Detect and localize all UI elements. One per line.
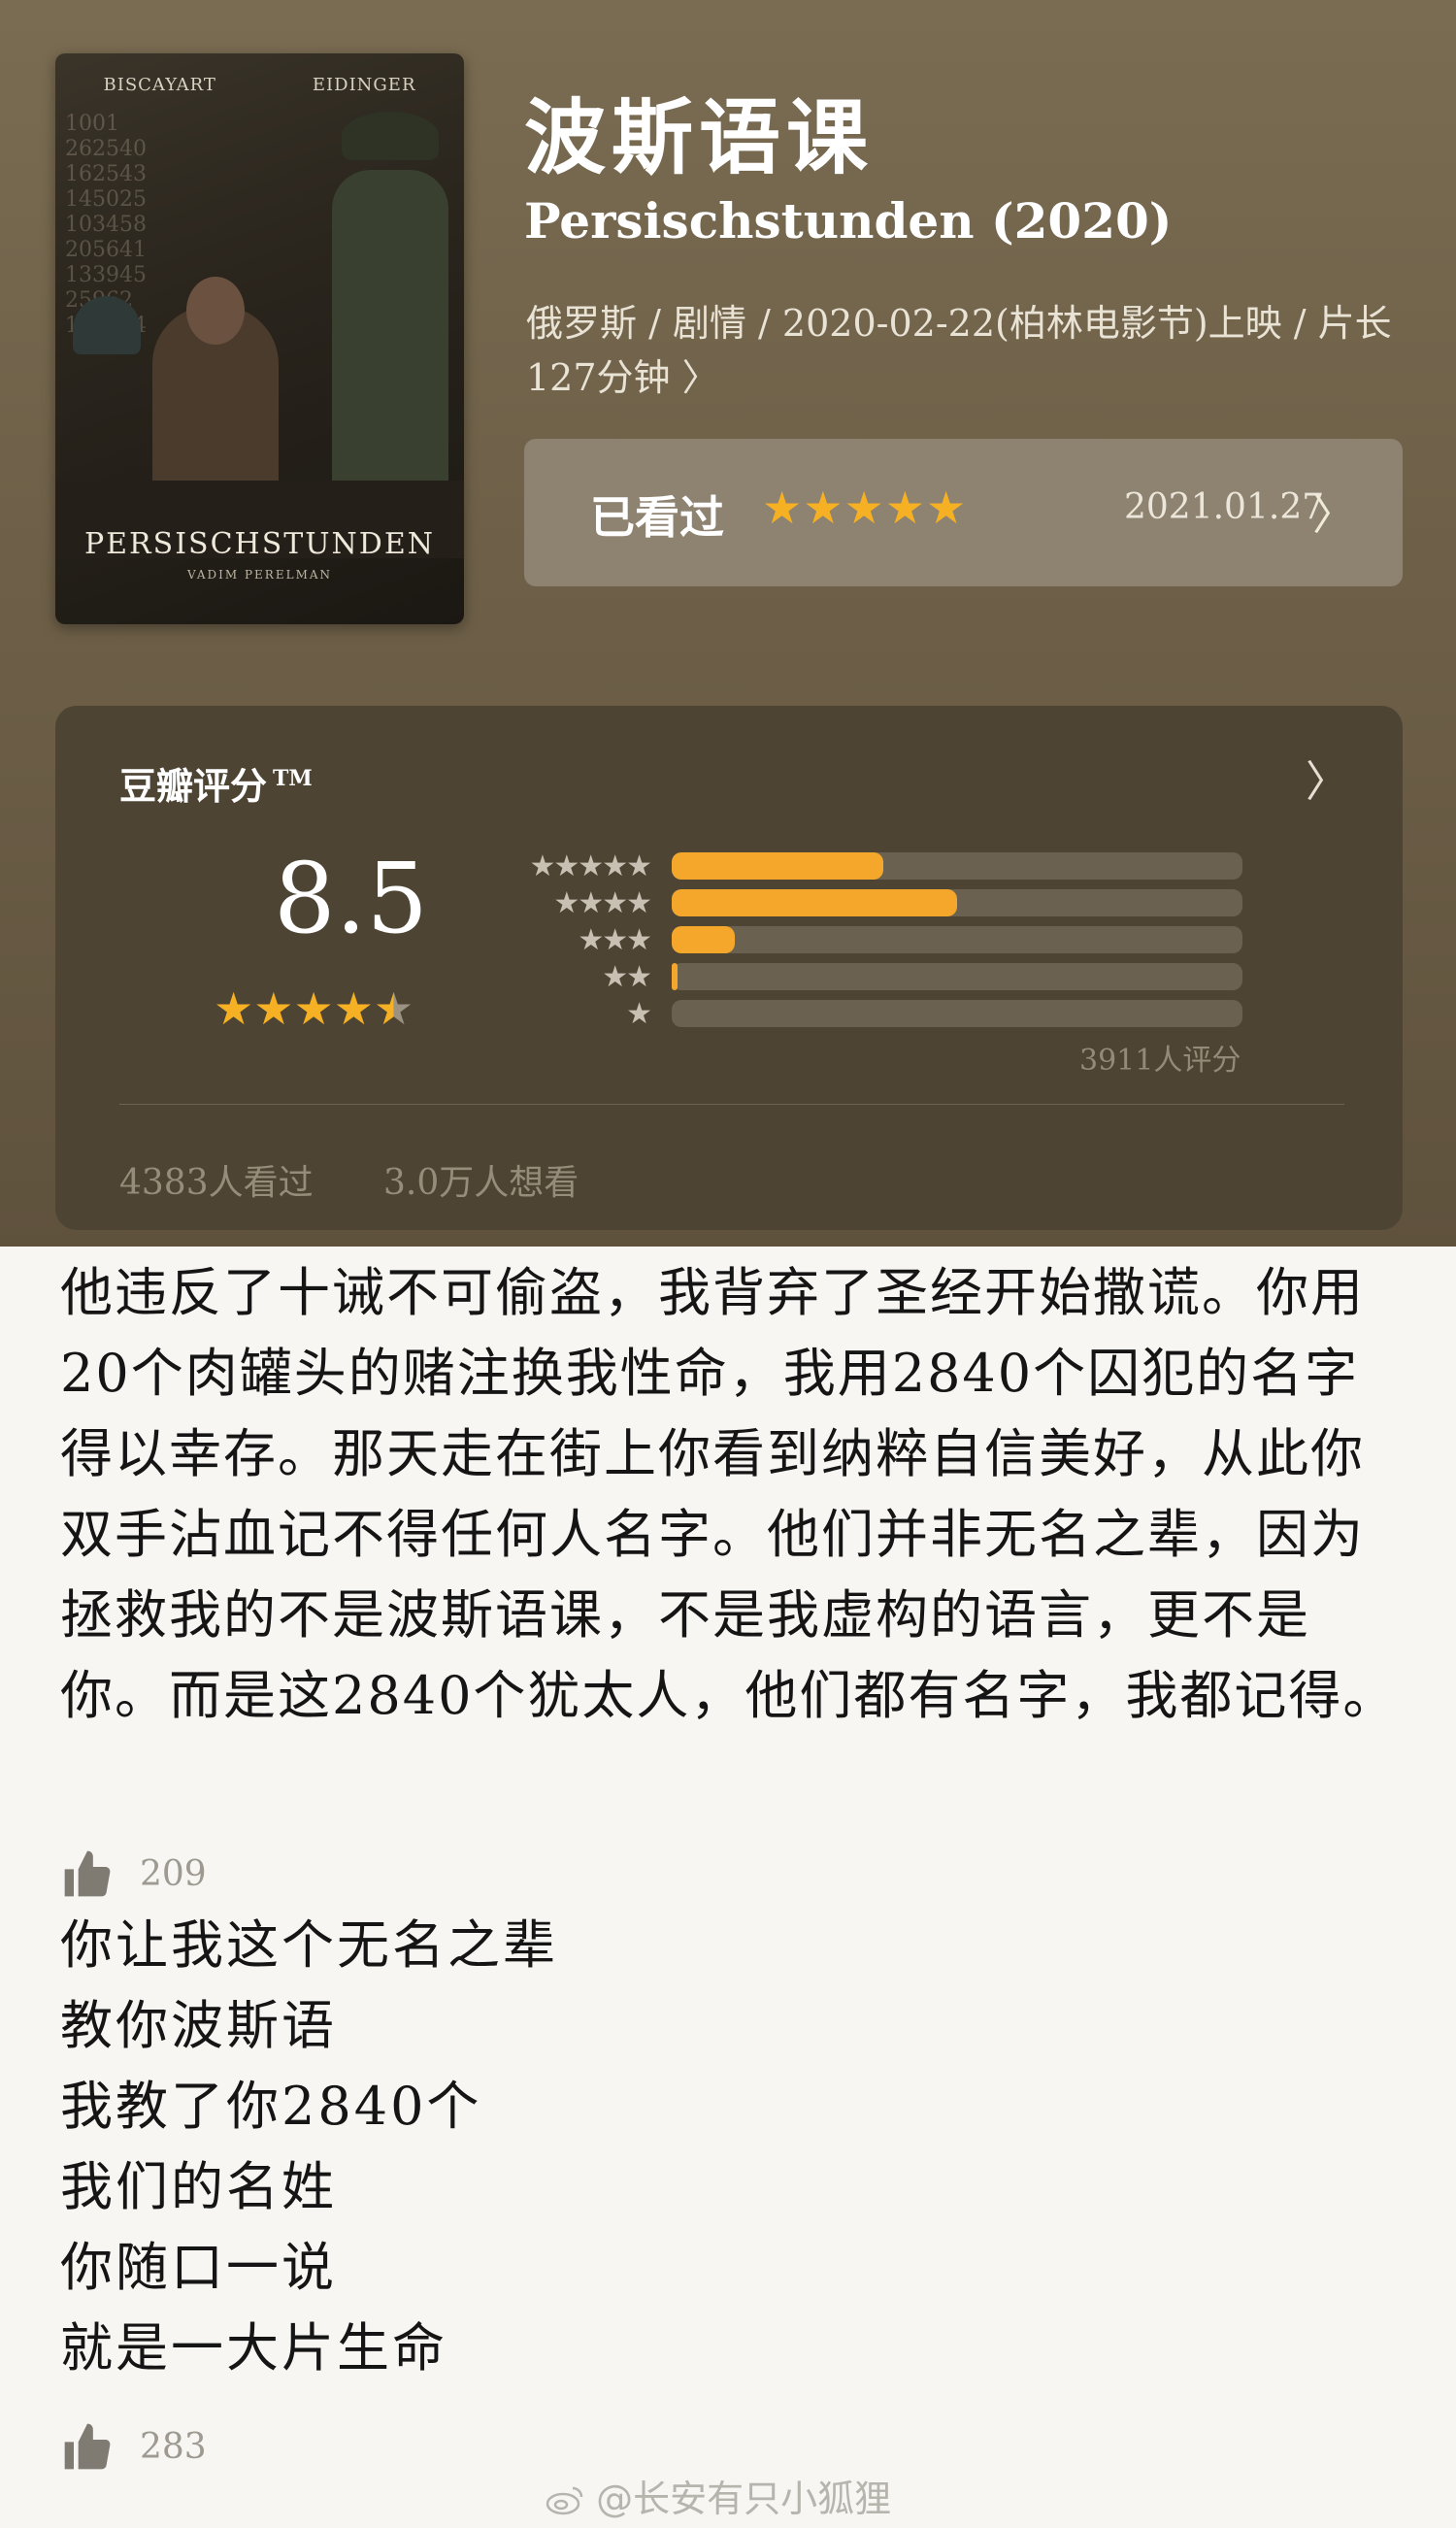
rating-bar-track [672,926,1242,953]
poem-line: 就是一大片生命 [60,2317,447,2378]
my-rating-stars: ★★★★★ [762,482,968,534]
poster-officer-cap [342,112,439,160]
weibo-watermark: @长安有只小狐狸 [546,2469,891,2522]
poster-credit-right: EIDINGER [312,75,416,95]
rating-bar-fill [672,852,883,880]
poster-seated-head [186,277,245,345]
poem-line: 教你波斯语 [60,1995,337,2056]
thumbs-up-icon [64,2423,111,2470]
rating-bar-fill [672,926,735,953]
watched-label: 已看过 [590,491,724,544]
poster-director: VADIM PERELMAN [186,568,333,582]
rating-bar-fill [672,889,957,916]
rating-row: ★★★★ [55,886,652,920]
rating-bar-fill [672,963,678,990]
rating-row: ★★ [55,960,652,994]
watched-status-button[interactable]: 已看过 ★★★★★ 2021.01.27 〉 [524,439,1403,586]
poem-line: 你让我这个无名之辈 [60,1914,558,1976]
rating-row-stars: ★★★★★ [529,849,652,883]
rating-header: 豆瓣评分 TM [119,756,313,810]
poem-line: 我们的名姓 [60,2156,337,2217]
thumbs-up-icon [64,1850,111,1897]
comment-text: 他违反了十诫不可偷盗，我背弃了圣经开始撒谎。你用20个肉罐头的赌注换我性命，我用… [60,1262,1398,1726]
like-button[interactable]: 209 [60,1846,207,1901]
want-count-link[interactable]: 3.0万人想看 [383,1154,579,1205]
watched-date: 2021.01.27 [1124,487,1325,527]
comment-poem: 你让我这个无名之辈 教你波斯语我教了你2840个 我们的名姓你随口一说就是一大片生命 [60,1905,558,2388]
movie-title-cn: 波斯语课 [524,89,875,185]
rating-count: 3911人评分 [1079,1044,1241,1078]
movie-header-section: BISCAYART EIDINGER 1001 262540 162543 14… [0,0,1456,1247]
rating-bar-track [672,1000,1242,1027]
rating-row-stars: ★★★★ [553,886,652,920]
trademark-mark: TM [273,766,313,792]
rating-bar-track [672,852,1242,880]
chevron-right-icon: 〉 [1312,490,1355,540]
seen-count-link[interactable]: 4383人看过 [119,1154,314,1205]
like-count: 209 [140,1853,207,1894]
watermark-text: @长安有只小狐狸 [596,2478,892,2520]
chevron-right-icon[interactable]: 〉 [1306,747,1348,809]
weibo-logo-icon [546,2486,583,2515]
movie-meta-link[interactable]: 俄罗斯 / 剧情 / 2020-02-22(柏林电影节)上映 / 片长127分钟… [526,296,1419,405]
rating-row-stars: ★★★ [578,923,652,957]
poem-line: 我教了你2840个 [60,2076,482,2137]
poem-line: 你随口一说 [60,2237,337,2298]
rating-row-stars: ★★ [602,960,652,994]
poster-credit-left: BISCAYART [103,75,216,95]
rating-bar-track [672,963,1242,990]
rating-row: ★★★ [55,923,652,957]
poster-title: PERSISCHSTUNDEN [83,527,436,561]
poster-credits: BISCAYART EIDINGER [55,75,464,95]
movie-poster[interactable]: BISCAYART EIDINGER 1001 262540 162543 14… [55,53,464,624]
like-button[interactable]: 283 [60,2419,207,2474]
rating-row: ★★★★★ [55,849,652,883]
rating-row: ★ [55,997,652,1031]
like-count: 283 [140,2426,207,2467]
douban-rating-card[interactable]: 豆瓣评分 TM 〉 8.5 ★★★★★ ★★★★★ ★★★★ ★★★ ★★ ★ 3911人… [55,706,1403,1230]
rating-header-label: 豆瓣评分 [119,764,268,808]
movie-title-en: Persischstunden (2020) [524,192,1173,249]
divider [119,1104,1344,1105]
rating-row-stars: ★ [626,997,652,1031]
rating-bar-track [672,889,1242,916]
